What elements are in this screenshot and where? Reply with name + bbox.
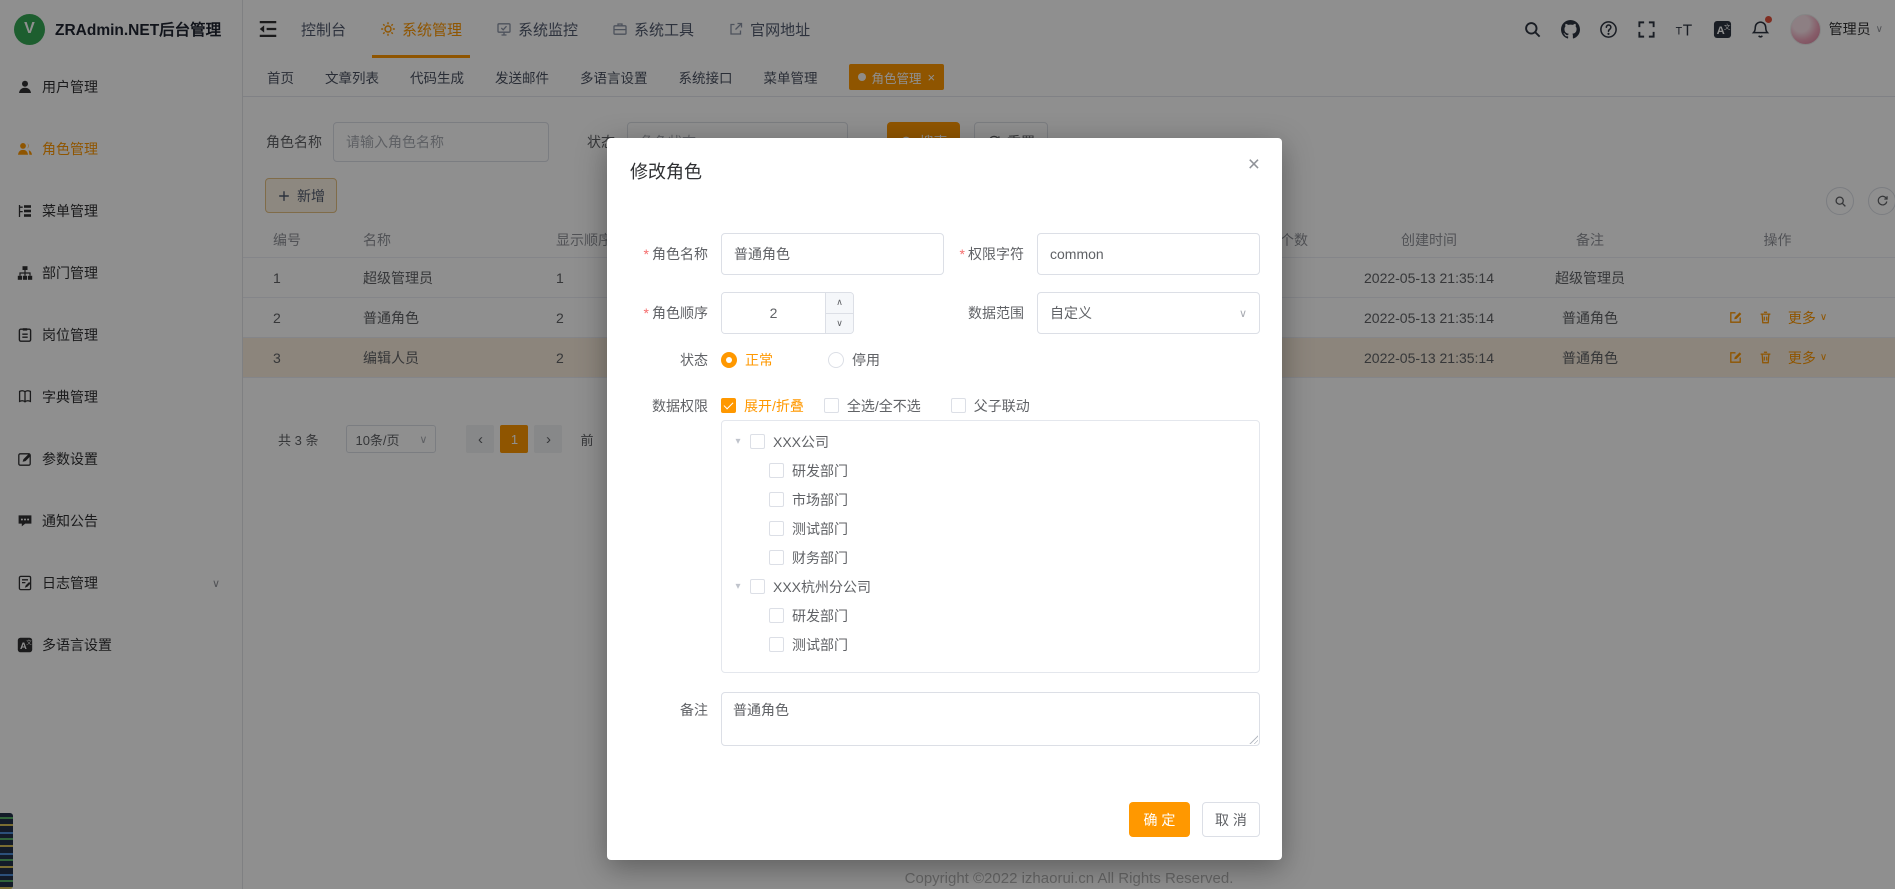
cancel-button[interactable]: 取 消 bbox=[1202, 802, 1260, 837]
tree-node-label: 研发部门 bbox=[792, 461, 848, 481]
role-name-input[interactable] bbox=[721, 233, 944, 275]
status-normal-radio[interactable] bbox=[721, 352, 737, 368]
tree-node-label: 测试部门 bbox=[792, 635, 848, 655]
tree-node-dept[interactable]: 市场部门 bbox=[722, 485, 1259, 514]
required-mark: * bbox=[644, 246, 649, 262]
data-scope-label: 数据范围 bbox=[854, 303, 1037, 323]
department-tree: ▾ XXX公司 研发部门 市场部门 测试部门 财务部门 ▾ bbox=[721, 420, 1260, 673]
tree-checkbox[interactable] bbox=[769, 492, 784, 507]
status-disabled-radio[interactable] bbox=[828, 352, 844, 368]
select-all-checkbox[interactable] bbox=[824, 398, 839, 413]
required-mark: * bbox=[960, 246, 965, 262]
tree-checkbox[interactable] bbox=[769, 463, 784, 478]
tree-node-label: 研发部门 bbox=[792, 606, 848, 626]
data-scope-value: 自定义 bbox=[1050, 303, 1092, 323]
edit-role-dialog: 修改角色 × *角色名称 *权限字符 *角色顺序 ∧ ∨ bbox=[607, 138, 1282, 860]
close-icon[interactable]: × bbox=[1248, 154, 1260, 175]
tree-node-dept[interactable]: 测试部门 bbox=[722, 514, 1259, 543]
caret-down-icon[interactable]: ▾ bbox=[726, 436, 750, 447]
data-permission-label: 数据权限 bbox=[607, 396, 721, 416]
tree-checkbox[interactable] bbox=[769, 637, 784, 652]
tree-checkbox[interactable] bbox=[750, 434, 765, 449]
expand-collapse-checkbox[interactable] bbox=[721, 398, 736, 413]
role-order-input[interactable] bbox=[722, 293, 825, 333]
required-mark: * bbox=[644, 305, 649, 321]
status-label: 状态 bbox=[607, 350, 721, 370]
tree-node-label: XXX公司 bbox=[773, 432, 829, 452]
expand-collapse-label: 展开/折叠 bbox=[744, 396, 804, 416]
tree-node-dept[interactable]: 研发部门 bbox=[722, 456, 1259, 485]
role-order-label: *角色顺序 bbox=[607, 303, 721, 323]
role-name-label: *角色名称 bbox=[607, 244, 721, 264]
remark-textarea[interactable]: 普通角色 bbox=[721, 692, 1260, 746]
tree-node-label: 市场部门 bbox=[792, 490, 848, 510]
select-all-label: 全选/全不选 bbox=[847, 396, 921, 416]
tree-node-label: 测试部门 bbox=[792, 519, 848, 539]
tree-node-branch-company[interactable]: ▾ XXX杭州分公司 bbox=[722, 572, 1259, 601]
status-normal-label: 正常 bbox=[745, 350, 773, 370]
screen: V ZRAdmin.NET后台管理 用户管理 角色管理 菜单管理 部门管理 bbox=[0, 0, 1895, 889]
decrease-button[interactable]: ∨ bbox=[826, 313, 853, 334]
tree-checkbox[interactable] bbox=[769, 550, 784, 565]
tree-node-company[interactable]: ▾ XXX公司 bbox=[722, 427, 1259, 456]
remark-label: 备注 bbox=[607, 700, 708, 720]
chevron-down-icon: ∨ bbox=[1239, 307, 1247, 320]
tree-checkbox[interactable] bbox=[750, 579, 765, 594]
tree-node-dept[interactable]: 测试部门 bbox=[722, 630, 1259, 659]
dialog-title: 修改角色 bbox=[630, 158, 702, 184]
parent-child-link-label: 父子联动 bbox=[974, 396, 1030, 416]
tree-node-dept[interactable]: 财务部门 bbox=[722, 543, 1259, 572]
tree-node-label: 财务部门 bbox=[792, 548, 848, 568]
caret-down-icon[interactable]: ▾ bbox=[726, 581, 750, 592]
tree-checkbox[interactable] bbox=[769, 521, 784, 536]
data-scope-select[interactable]: 自定义 ∨ bbox=[1037, 292, 1260, 334]
tree-node-dept[interactable]: 研发部门 bbox=[722, 601, 1259, 630]
parent-child-link-checkbox[interactable] bbox=[951, 398, 966, 413]
increase-button[interactable]: ∧ bbox=[826, 293, 853, 313]
role-order-stepper: ∧ ∨ bbox=[721, 292, 854, 334]
status-disabled-label: 停用 bbox=[852, 350, 880, 370]
tree-node-label: XXX杭州分公司 bbox=[773, 577, 871, 597]
tree-checkbox[interactable] bbox=[769, 608, 784, 623]
confirm-button[interactable]: 确 定 bbox=[1129, 802, 1190, 837]
perm-char-label: *权限字符 bbox=[944, 244, 1037, 264]
perm-char-input[interactable] bbox=[1037, 233, 1260, 275]
